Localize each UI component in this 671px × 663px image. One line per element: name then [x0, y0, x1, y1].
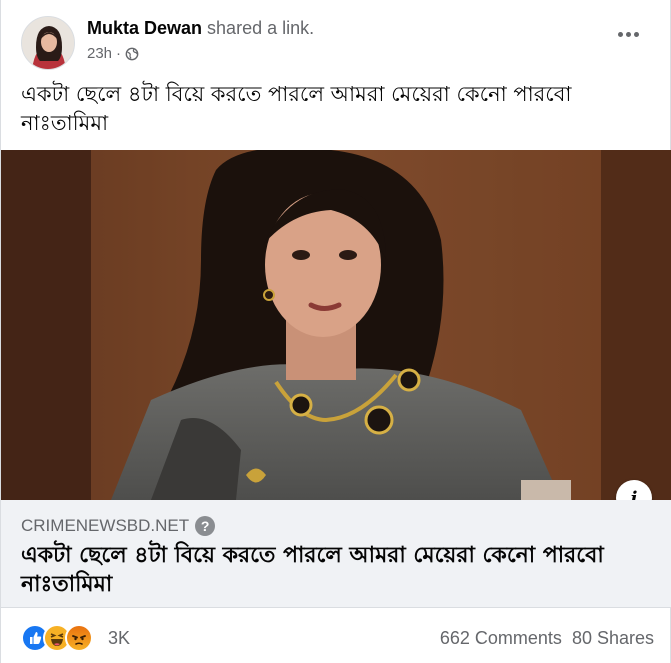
more-dot — [618, 31, 623, 37]
engagement-bar: 3K 662 Comments 80 Shares — [1, 610, 671, 663]
author-name[interactable]: Mukta Dewan — [87, 18, 202, 38]
reactions-summary[interactable] — [21, 624, 93, 652]
more-dots-icon[interactable] — [618, 26, 644, 42]
shares-count[interactable]: 80 Shares — [572, 628, 654, 649]
link-domain-row: CRIMENEWSBD.NET ? — [21, 516, 216, 536]
angry-icon — [65, 624, 93, 652]
link-domain: CRIMENEWSBD.NET — [21, 516, 190, 535]
comments-count[interactable]: 662 Comments — [440, 628, 562, 649]
link-preview-image[interactable] — [1, 150, 671, 500]
engagement-stats: 662 Comments 80 Shares — [440, 628, 654, 649]
help-icon[interactable]: ? — [195, 516, 216, 536]
more-dot — [634, 31, 639, 37]
globe-icon[interactable] — [125, 47, 139, 61]
author-line: Mukta Dewan shared a link. — [87, 18, 314, 39]
post-text: একটা ছেলে ৪টা বিয়ে করতে পারলে আমরা মেয়… — [21, 82, 572, 135]
more-dot — [626, 31, 631, 37]
post-time[interactable]: 23h — [87, 45, 112, 62]
link-preview-box[interactable]: CRIMENEWSBD.NET ? একটা ছেলে ৪টা বিয়ে কর… — [1, 500, 671, 608]
reaction-count[interactable]: 3K — [108, 628, 130, 649]
post-header: Mukta Dewan shared a link. 23h · — [1, 0, 671, 74]
post-meta: 23h · — [87, 45, 139, 62]
author-action: shared a link. — [207, 18, 315, 38]
author-avatar[interactable] — [21, 16, 75, 70]
post-card: Mukta Dewan shared a link. 23h · একটা ছে… — [0, 0, 671, 663]
meta-separator: · — [116, 45, 122, 62]
link-title[interactable]: একটা ছেলে ৪টা বিয়ে করতে পারলে আমরা মেয়… — [21, 541, 621, 599]
